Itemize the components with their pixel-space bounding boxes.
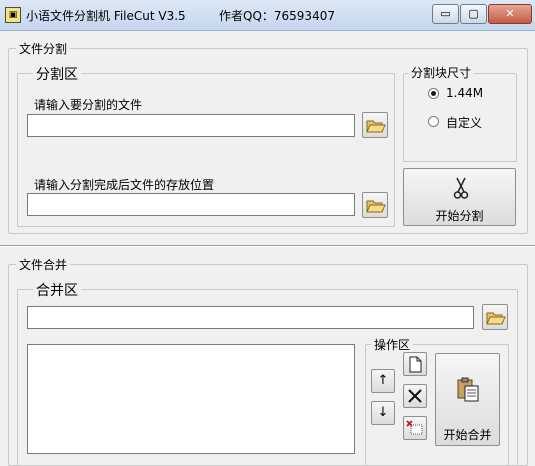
move-up-button[interactable]: ↑ [371,369,395,393]
start-split-button[interactable]: 开始分割 [403,168,516,226]
start-merge-button[interactable]: 开始合并 [435,353,500,446]
new-file-icon [409,356,422,373]
input-file-field[interactable] [27,114,355,137]
remove-file-button[interactable] [403,384,427,408]
paste-icon [457,377,479,402]
arrow-down-icon: ↓ [377,405,389,420]
move-down-button[interactable]: ↓ [371,401,395,425]
open-folder-icon [486,312,506,325]
app-icon: ▣ [5,7,21,23]
split-group-title: 文件分割 [16,40,71,57]
merge-area-title: 合并区 [33,280,81,300]
main-window: ▣ 小语文件分割机 FileCut V3.5 作者QQ：76593407 ▭ ▢… [0,0,535,466]
arrow-up-icon: ↑ [377,373,389,388]
size-option-custom-radio[interactable] [428,116,439,127]
minimize-button[interactable]: ▭ [432,4,459,24]
close-icon: ✕ [505,7,515,20]
operations-group-title: 操作区 [371,336,414,353]
scissors-icon [453,177,469,199]
browse-output-button[interactable] [362,192,388,218]
size-option-1-44m-label: 1.44M [446,86,484,100]
minimize-icon: ▭ [440,7,451,20]
merge-file-list[interactable] [27,344,355,454]
start-merge-label: 开始合并 [443,428,492,442]
size-option-1-44m-radio[interactable] [428,88,439,99]
maximize-button[interactable]: ▢ [460,4,487,24]
input-file-label: 请输入要分割的文件 [34,98,143,112]
browse-input-button[interactable] [362,112,388,138]
clear-list-button[interactable] [403,416,427,440]
merge-file-field[interactable] [27,306,474,329]
section-divider [0,245,535,247]
size-option-custom-label: 自定义 [446,116,483,130]
author-info: 作者QQ：76593407 [219,9,335,23]
close-button[interactable]: ✕ [488,4,532,24]
maximize-icon: ▢ [468,7,479,20]
browse-merge-button[interactable] [482,304,508,330]
output-path-label: 请输入分割完成后文件的存放位置 [34,178,215,192]
output-path-field[interactable] [27,193,355,216]
split-area-title: 分割区 [33,64,81,84]
size-group-title: 分割块尺寸 [408,64,475,81]
merge-group-title: 文件合并 [16,256,71,273]
start-split-label: 开始分割 [435,209,484,223]
window-title: 小语文件分割机 FileCut V3.5 [26,9,186,23]
title-bar: ▣ 小语文件分割机 FileCut V3.5 作者QQ：76593407 ▭ ▢… [0,0,535,31]
delete-icon [408,389,422,403]
open-folder-icon [366,120,386,133]
add-file-button[interactable] [403,352,427,376]
clear-list-icon [406,420,423,435]
open-folder-icon [366,200,386,213]
